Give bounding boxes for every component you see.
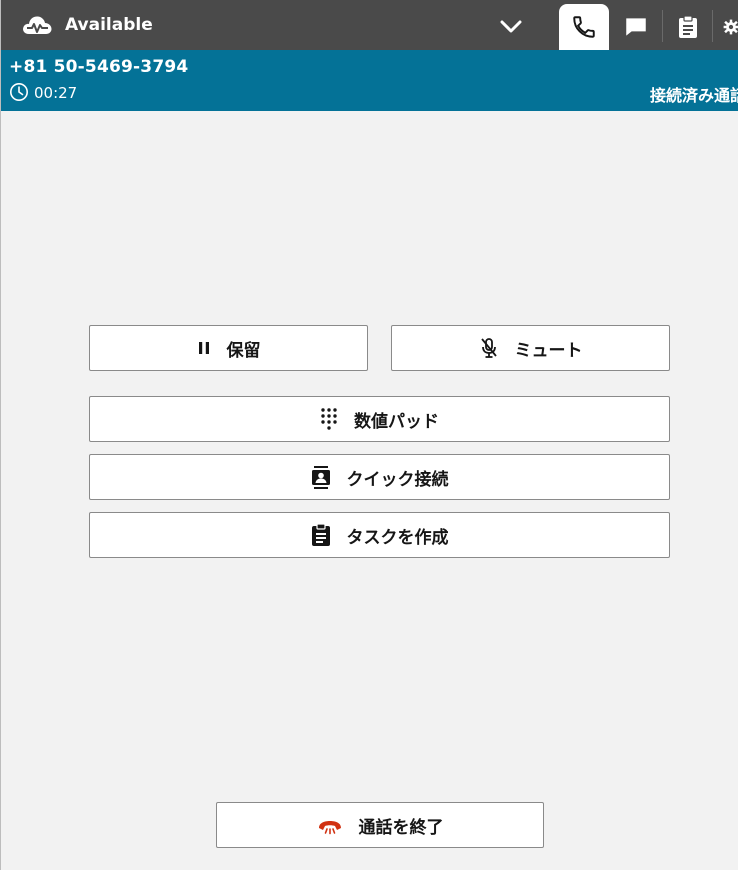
tab-tasks[interactable] bbox=[663, 4, 713, 50]
dialpad-button-label: 数値パッド bbox=[354, 411, 439, 432]
quick-connect-button[interactable]: クイック接続 bbox=[89, 454, 670, 500]
hold-button-label: 保留 bbox=[226, 340, 261, 361]
end-call-button[interactable]: 通話を終了 bbox=[216, 802, 544, 848]
clipboard-icon bbox=[679, 15, 697, 38]
clipboard-icon bbox=[311, 523, 330, 546]
chat-icon bbox=[626, 18, 646, 36]
clock-icon bbox=[10, 83, 28, 101]
end-call-button-label: 通話を終了 bbox=[358, 817, 444, 838]
mute-button[interactable]: ミュート bbox=[391, 325, 670, 371]
tab-settings[interactable] bbox=[713, 4, 738, 50]
contact-book-icon bbox=[311, 466, 330, 489]
microphone-icon bbox=[480, 338, 497, 358]
tab-phone[interactable] bbox=[559, 4, 609, 50]
create-task-button[interactable]: タスクを作成 bbox=[89, 512, 670, 558]
mute-button-label: ミュート bbox=[514, 340, 583, 361]
agent-status-label[interactable]: Available bbox=[65, 15, 153, 35]
cloud-heartbeat-icon bbox=[23, 16, 52, 34]
call-status-label: 接続済み通話 bbox=[650, 86, 738, 105]
phone-icon bbox=[573, 16, 595, 38]
contact-control-panel: Available +81 50-5469-3794 00:27 接続済み通話 … bbox=[0, 0, 738, 870]
dialpad-icon bbox=[321, 408, 337, 430]
call-timer: 00:27 bbox=[34, 84, 78, 102]
call-info-bar: +81 50-5469-3794 00:27 接続済み通話 bbox=[1, 50, 738, 111]
create-task-button-label: タスクを作成 bbox=[346, 527, 449, 548]
hang-up-icon bbox=[318, 821, 341, 835]
quick-connect-button-label: クイック接続 bbox=[346, 469, 449, 490]
top-bar: Available bbox=[1, 0, 738, 50]
chevron-down-icon[interactable] bbox=[498, 17, 524, 35]
dialpad-button[interactable]: 数値パッド bbox=[89, 396, 670, 442]
gear-icon bbox=[723, 19, 738, 35]
pause-icon bbox=[198, 342, 209, 354]
hold-button[interactable]: 保留 bbox=[89, 325, 368, 371]
tab-chat[interactable] bbox=[611, 4, 661, 50]
caller-phone-number: +81 50-5469-3794 bbox=[9, 57, 189, 77]
